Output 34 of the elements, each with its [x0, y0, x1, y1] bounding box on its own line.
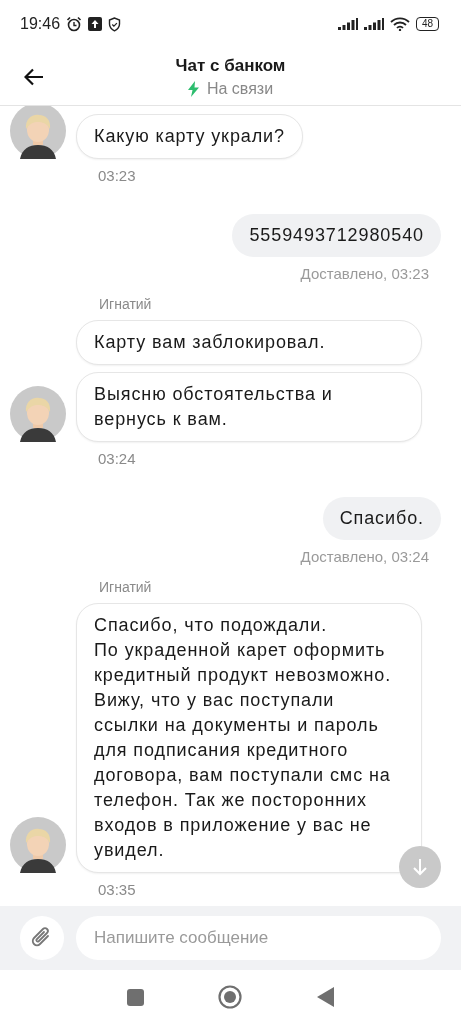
shield-icon	[108, 16, 122, 32]
message-time: 03:23	[98, 167, 137, 184]
back-arrow-icon[interactable]	[24, 68, 44, 86]
battery-indicator: 48	[415, 17, 439, 31]
message-bubble: Карту вам заблокировал.	[76, 320, 422, 365]
online-status: На связи	[206, 79, 274, 98]
lightning-icon	[187, 80, 199, 97]
signal-icon	[363, 18, 384, 30]
message-bubble: Спасибо.	[322, 497, 441, 540]
avatar	[10, 106, 66, 159]
delivery-status: Доставлено, 03:24	[300, 548, 429, 565]
home-icon[interactable]	[218, 985, 243, 1009]
back-icon[interactable]	[316, 987, 334, 1007]
message-bubble: 5559493712980540	[232, 214, 441, 257]
alarm-icon	[66, 16, 83, 32]
message-time: 03:35	[98, 881, 137, 898]
attach-button[interactable]	[20, 916, 64, 960]
status-time: 19:46	[20, 15, 61, 33]
down-arrow-icon	[412, 858, 428, 876]
chat-title: Чат с банком	[175, 55, 286, 76]
upload-icon	[88, 17, 103, 31]
message-time: 03:24	[98, 450, 137, 467]
sender-name: Игнатий	[99, 296, 153, 312]
message-bubble: Спасибо, что подождали. По украденной карет оформить кредитный продукт невозможно. Вижу, что у вас поступали ссылки на документы и пароль для подписания кредитного договора, вам поступали смс на телефон. Так же посторонних входов в приложение у вас не увидел.	[76, 603, 422, 873]
message-bubble: Выясню обстоятельства и вернусь к вам.	[76, 372, 422, 442]
avatar	[10, 386, 66, 442]
signal-icon	[337, 18, 358, 30]
message-bubble: Какую карту украли?	[76, 114, 303, 159]
recents-icon[interactable]	[127, 988, 145, 1006]
sender-name: Игнатий	[99, 579, 153, 595]
message-input[interactable]: Напишите сообщение	[76, 916, 441, 960]
delivery-status: Доставлено, 03:23	[300, 265, 429, 282]
wifi-icon	[389, 17, 410, 31]
avatar	[10, 817, 66, 873]
